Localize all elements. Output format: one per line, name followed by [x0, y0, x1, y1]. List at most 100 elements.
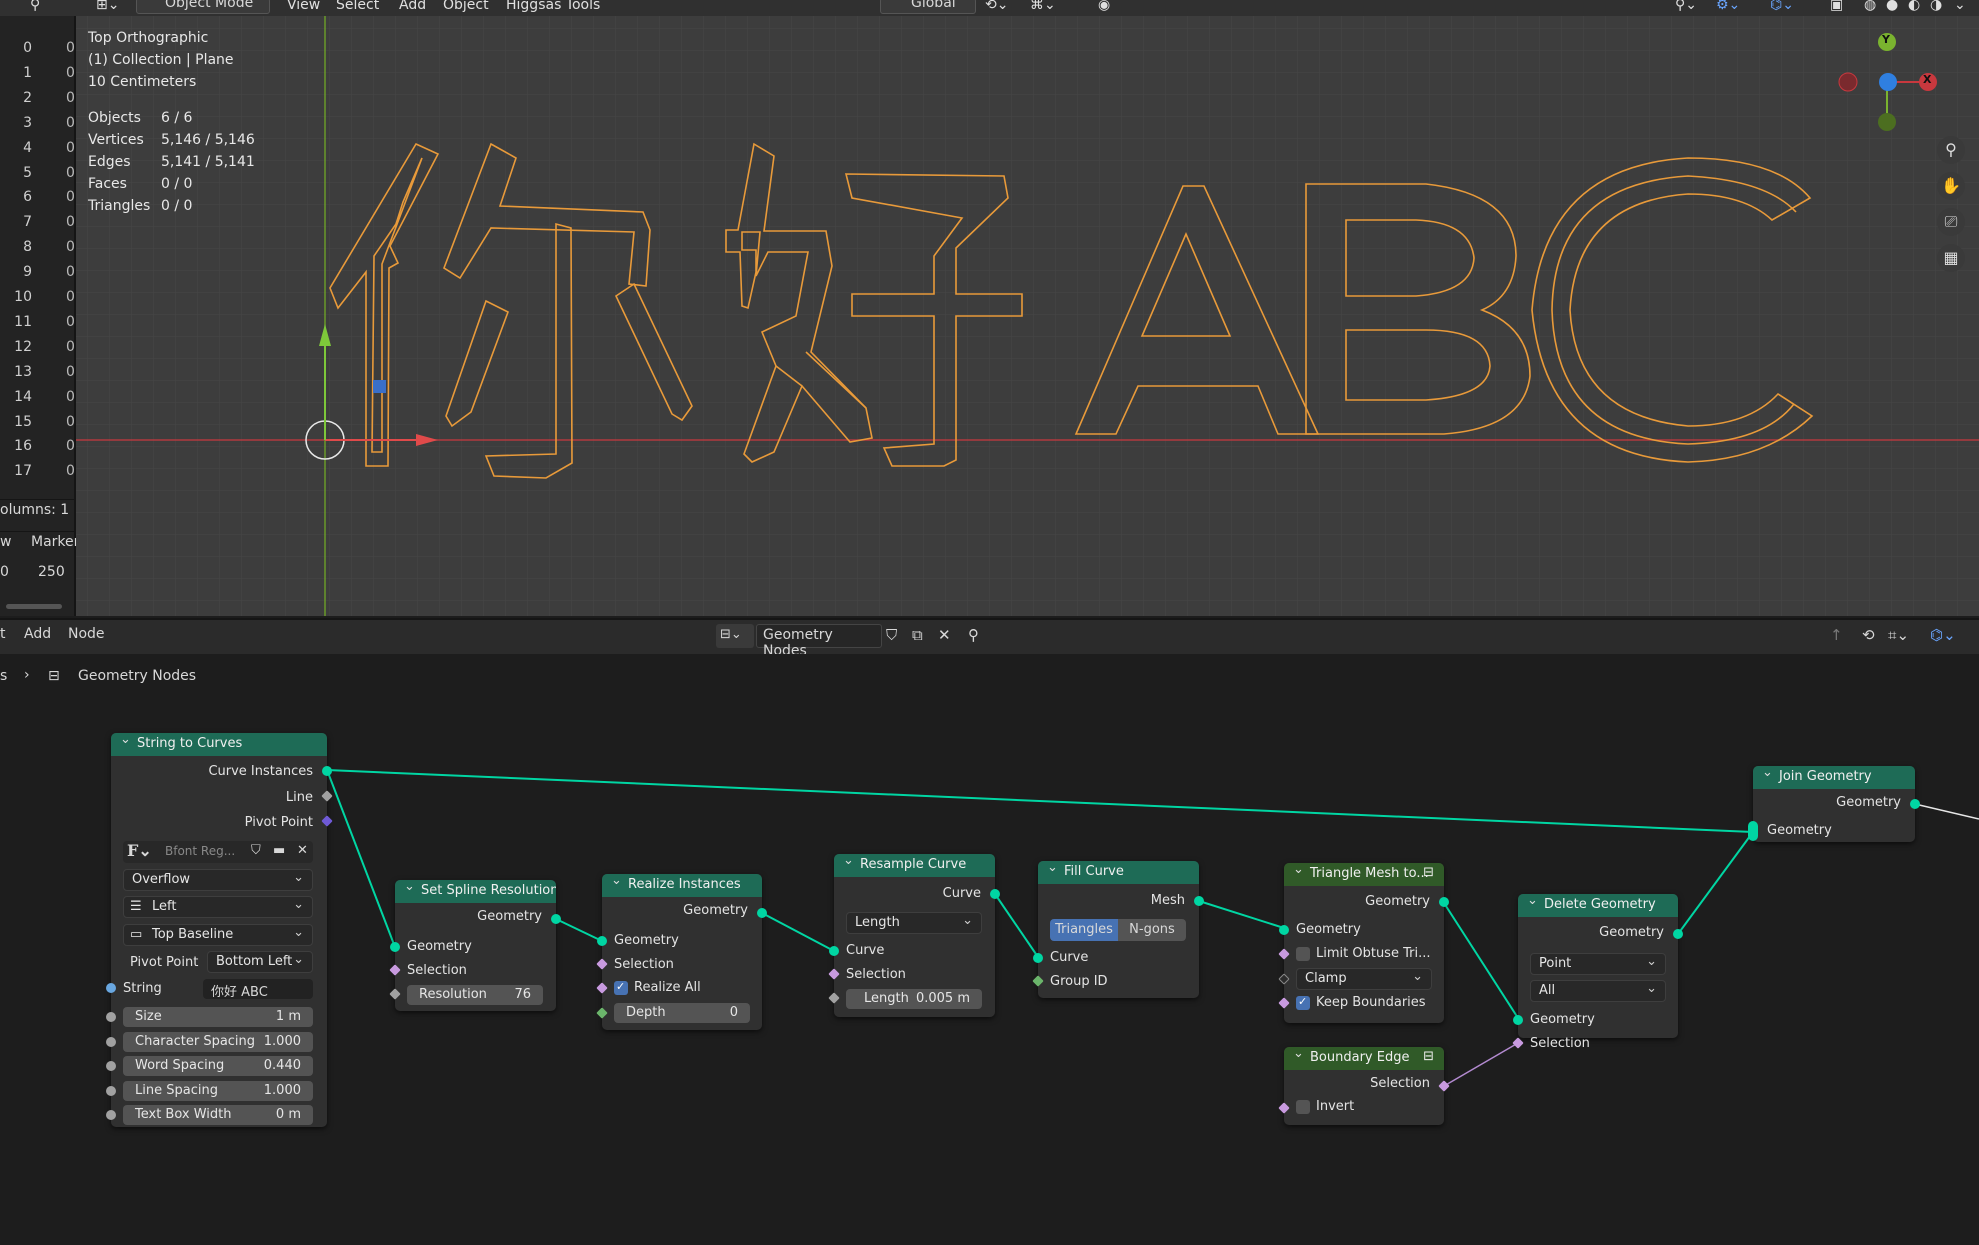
- input-socket-geometry[interactable]: [1513, 1015, 1523, 1025]
- node-tree-type-dropdown[interactable]: ⊟⌄: [716, 624, 754, 648]
- menu-add[interactable]: Add: [399, 0, 426, 13]
- node-title[interactable]: Boundary Edge ⊟: [1284, 1047, 1444, 1070]
- input-socket-size[interactable]: [106, 1012, 116, 1022]
- mode-dropdown[interactable]: Object Mode: [136, 0, 270, 14]
- gizmo-x-negative[interactable]: [1838, 72, 1858, 92]
- mode-dropdown[interactable]: All: [1530, 980, 1666, 1002]
- shading-options-icon[interactable]: ⌄: [1954, 0, 1966, 13]
- input-socket-geometry[interactable]: [1279, 925, 1289, 935]
- clamp-dropdown[interactable]: Clamp: [1296, 968, 1432, 990]
- snap-icon[interactable]: ⌘⌄: [1030, 0, 1056, 13]
- mode-triangles-button[interactable]: Triangles: [1050, 919, 1118, 941]
- output-socket-geometry[interactable]: [757, 908, 767, 918]
- proportional-edit-icon[interactable]: ◉: [1098, 0, 1110, 13]
- input-socket-word-spacing[interactable]: [106, 1061, 116, 1072]
- node-title[interactable]: Set Spline Resolution: [395, 880, 556, 903]
- input-socket-string[interactable]: [106, 983, 116, 993]
- camera-icon[interactable]: ⎚: [1937, 208, 1965, 236]
- menu-select[interactable]: t: [0, 626, 6, 642]
- line-spacing-field[interactable]: Line Spacing 1.000: [123, 1080, 313, 1101]
- resolution-field[interactable]: Resolution 76: [407, 985, 543, 1005]
- invert-checkbox[interactable]: [1296, 1100, 1310, 1114]
- 3d-viewport[interactable]: Y X Top Orthographic (1) Collection | Pl…: [76, 16, 1979, 616]
- font-selector[interactable]: F⌄ Bfont Reg... ⛉ ▬ ✕: [123, 841, 313, 863]
- node-editor-canvas[interactable]: s › ⊟ Geometry Nodes String to Curves Cu…: [0, 654, 1979, 1245]
- pivot-icon[interactable]: ⟲⌄: [985, 0, 1008, 13]
- length-field[interactable]: Length 0.005 m: [846, 989, 982, 1009]
- timeline-marker-menu[interactable]: Marker: [31, 534, 79, 550]
- realize-all-checkbox[interactable]: [614, 980, 628, 995]
- menu-object[interactable]: Object: [443, 0, 489, 13]
- close-icon[interactable]: ✕: [938, 626, 951, 644]
- overlay-icon[interactable]: ⌬⌄: [1770, 0, 1794, 13]
- node-delete-geometry[interactable]: Delete Geometry Geometry Point All Geome…: [1513, 894, 1683, 1038]
- keep-boundaries-checkbox[interactable]: [1296, 995, 1310, 1010]
- node-title[interactable]: Triangle Mesh to...⊟: [1284, 863, 1444, 886]
- node-title[interactable]: Delete Geometry: [1518, 894, 1678, 917]
- node-string-to-curves[interactable]: String to Curves Curve Instances Line Pi…: [106, 733, 333, 1127]
- size-field[interactable]: Size 1 m: [123, 1007, 313, 1027]
- input-socket-geometry[interactable]: [597, 936, 607, 946]
- output-socket-curve-instances[interactable]: [322, 766, 332, 776]
- node-set-spline-resolution[interactable]: Set Spline Resolution Geometry Geometry …: [389, 880, 561, 1011]
- gizmo-y-negative[interactable]: [1878, 113, 1896, 131]
- node-title[interactable]: String to Curves: [111, 733, 327, 756]
- origin-handle[interactable]: [373, 380, 386, 393]
- output-socket-geometry[interactable]: [1673, 929, 1683, 939]
- unlink-icon[interactable]: ✕: [297, 843, 308, 858]
- overlay-icon[interactable]: ⌬⌄: [1930, 626, 1956, 644]
- input-socket-character-spacing[interactable]: [106, 1036, 116, 1047]
- node-title[interactable]: Join Geometry: [1753, 766, 1915, 789]
- shading-material-icon[interactable]: ◐: [1908, 0, 1920, 13]
- shading-rendered-icon[interactable]: ◑: [1930, 0, 1942, 13]
- gizmo-z[interactable]: [1879, 73, 1897, 91]
- visibility-icon[interactable]: ⚙⌄: [1716, 0, 1740, 13]
- input-socket-curve[interactable]: [829, 946, 839, 956]
- node-join-geometry[interactable]: Join Geometry Geometry Geometry: [1748, 766, 1920, 842]
- mode-ngons-button[interactable]: N-gons: [1118, 919, 1186, 941]
- node-title[interactable]: Fill Curve: [1038, 861, 1199, 884]
- timeline-end-frame[interactable]: 250: [38, 564, 65, 580]
- parent-node-tree-icon[interactable]: ↑: [1830, 626, 1843, 644]
- timeline-start-frame[interactable]: 0: [0, 564, 9, 580]
- resample-mode-dropdown[interactable]: Length: [846, 912, 982, 934]
- node-title[interactable]: Resample Curve: [834, 854, 995, 877]
- node-title[interactable]: Realize Instances: [602, 874, 762, 897]
- align-y-dropdown[interactable]: Top Baseline ▭: [123, 924, 313, 946]
- zoom-icon[interactable]: ⚲: [1937, 136, 1965, 164]
- orientation-dropdown[interactable]: Global: [880, 0, 976, 14]
- node-realize-instances[interactable]: Realize Instances Geometry Geometry Sele…: [596, 874, 767, 1030]
- input-socket-geometry[interactable]: [390, 942, 400, 952]
- node-resample-curve[interactable]: Resample Curve Curve Length Curve Select…: [828, 854, 1000, 1017]
- fake-user-icon[interactable]: ⛉: [251, 843, 261, 858]
- domain-dropdown[interactable]: Point: [1530, 953, 1666, 975]
- shading-wireframe-icon[interactable]: ◍: [1864, 0, 1876, 13]
- timeline-view-menu[interactable]: w: [0, 534, 11, 550]
- input-socket-curve[interactable]: [1033, 953, 1043, 963]
- gizmo-toggle-icon[interactable]: ⚲⌄: [1675, 0, 1697, 13]
- menu-higgsas-tools[interactable]: Higgsas Tools: [506, 0, 600, 13]
- limit-obtuse-checkbox[interactable]: [1296, 947, 1310, 961]
- text-box-width-field[interactable]: Text Box Width 0 m: [123, 1105, 313, 1126]
- pin-icon[interactable]: ⚲: [968, 626, 979, 644]
- pan-hand-icon[interactable]: ✋: [1937, 172, 1965, 200]
- duplicate-icon[interactable]: ⧉: [912, 626, 923, 644]
- node-fill-curve[interactable]: Fill Curve Mesh Triangles N-gons Curve G…: [1032, 861, 1204, 998]
- word-spacing-field[interactable]: Word Spacing 0.440: [123, 1056, 313, 1077]
- string-input[interactable]: 你好 ABC: [203, 979, 313, 1000]
- editor-type-icon[interactable]: ⊞⌄: [96, 0, 119, 13]
- menu-view[interactable]: View: [287, 0, 320, 13]
- xray-icon[interactable]: ▣: [1830, 0, 1843, 13]
- pin-icon[interactable]: ⚲: [30, 0, 40, 13]
- folder-icon[interactable]: ▬: [273, 843, 285, 858]
- snapping-icon[interactable]: ⟲: [1862, 626, 1875, 644]
- menu-node[interactable]: Node: [68, 626, 105, 642]
- node-boundary-edge[interactable]: Boundary Edge ⊟ Selection Invert: [1278, 1047, 1450, 1125]
- menu-add[interactable]: Add: [24, 626, 51, 642]
- output-socket-mesh[interactable]: [1194, 896, 1204, 906]
- overflow-dropdown[interactable]: Overflow: [123, 869, 313, 891]
- input-socket-geometry-multi[interactable]: [1748, 821, 1758, 841]
- node-tree-name-field[interactable]: Geometry Nodes: [756, 624, 882, 659]
- node-triangle-mesh[interactable]: Triangle Mesh to...⊟ Geometry Geometry L…: [1278, 863, 1449, 1023]
- menu-select[interactable]: Select: [336, 0, 379, 13]
